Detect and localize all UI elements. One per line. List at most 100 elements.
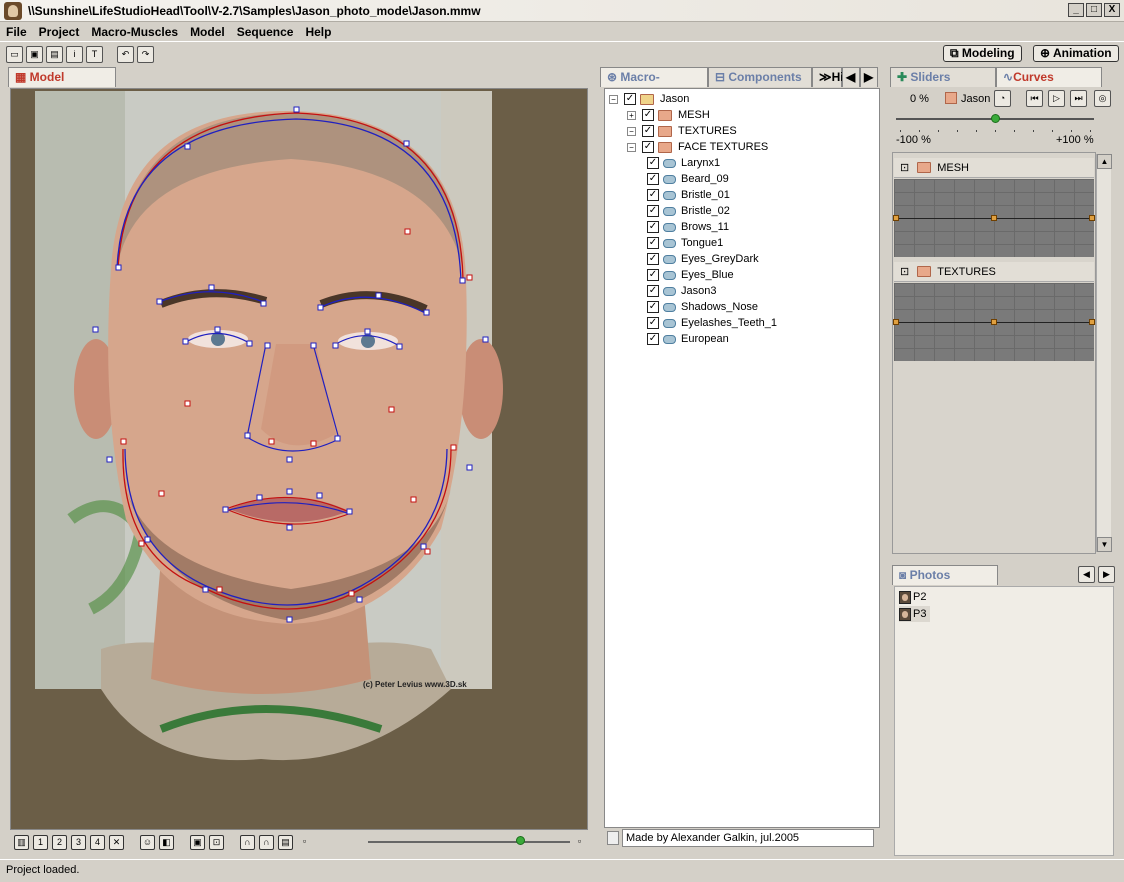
minimize-button[interactable]: _: [1068, 3, 1084, 17]
photo-item-p2[interactable]: P2: [899, 589, 930, 605]
curve-key[interactable]: [1089, 215, 1095, 221]
visibility-checkbox[interactable]: ✓: [647, 269, 659, 281]
tab-macro-muscles[interactable]: ⊛ Macro-Muscles: [600, 67, 708, 102]
view-2-button[interactable]: 2: [52, 834, 67, 850]
tree-item[interactable]: ✓ Beard_09: [647, 171, 729, 187]
menu-sequence[interactable]: Sequence: [231, 25, 300, 39]
tab-curves[interactable]: ∿Curves: [996, 67, 1102, 87]
curve-graph-textures[interactable]: [893, 283, 1095, 361]
info-icon[interactable]: i: [66, 45, 83, 63]
collapse-icon[interactable]: −: [609, 94, 618, 104]
tree-item[interactable]: ✓ Tongue1: [647, 235, 723, 251]
disk-icon[interactable]: ▤: [278, 834, 293, 850]
undo-icon[interactable]: ↶: [117, 45, 134, 63]
tab-components[interactable]: ⊟ Components: [708, 67, 812, 87]
redo-icon[interactable]: ↷: [137, 45, 154, 63]
mesh-blue-icon[interactable]: ∩: [240, 834, 255, 850]
tree-item[interactable]: ✓ Bristle_01: [647, 187, 730, 203]
macro-muscle-tree[interactable]: − ✓ Jason + ✓ MESH − ✓ TEXTURES − ✓ FACE TEXTURES ✓ L…: [604, 88, 880, 828]
save-icon[interactable]: ▣: [26, 45, 43, 63]
photo-item-p3[interactable]: P3: [899, 606, 931, 622]
zoom-slider-thumb[interactable]: [516, 836, 525, 845]
tree-item[interactable]: ✓ European: [647, 331, 729, 347]
clock-icon[interactable]: ◔: [994, 90, 1011, 107]
tree-item[interactable]: ✓ Bristle_02: [647, 203, 730, 219]
tree-item[interactable]: − ✓ Jason: [609, 91, 689, 107]
menu-project[interactable]: Project: [33, 25, 86, 39]
view-1-button[interactable]: 1: [33, 834, 48, 850]
grid-view-icon[interactable]: ▥: [14, 834, 29, 850]
maximize-button[interactable]: □: [1086, 3, 1102, 17]
modeling-button[interactable]: ⧉ Modeling: [943, 45, 1022, 62]
tab-sliders[interactable]: ✚ Sliders: [890, 67, 996, 87]
curve-graph-mesh[interactable]: [893, 179, 1095, 257]
tab-photos[interactable]: ◙ Photos: [892, 565, 998, 585]
visibility-checkbox[interactable]: ✓: [647, 333, 659, 345]
play-icon[interactable]: ▷: [1048, 90, 1065, 107]
curve-key[interactable]: [893, 319, 899, 325]
collapse-icon[interactable]: −: [627, 126, 636, 136]
skip-back-icon[interactable]: ⏮: [1026, 90, 1043, 107]
curve-key[interactable]: [991, 319, 997, 325]
scroll-down-icon[interactable]: ▼: [1097, 537, 1112, 552]
lock-icon[interactable]: ⊡: [209, 834, 224, 850]
menu-model[interactable]: Model: [184, 25, 231, 39]
visibility-checkbox[interactable]: ✓: [647, 221, 659, 233]
model-viewport[interactable]: (c) Peter Levius www.3D.sk: [10, 88, 588, 830]
skip-forward-icon[interactable]: ⏭: [1070, 90, 1087, 107]
close-button[interactable]: X: [1104, 3, 1120, 17]
visibility-checkbox[interactable]: ✓: [647, 317, 659, 329]
curve-key[interactable]: [991, 215, 997, 221]
tree-item[interactable]: ✓ Jason3: [647, 283, 716, 299]
cross-icon[interactable]: ✕: [109, 834, 124, 850]
view-4-button[interactable]: 4: [90, 834, 105, 850]
visibility-checkbox[interactable]: ✓: [647, 205, 659, 217]
menu-macro-muscles[interactable]: Macro-Muscles: [85, 25, 184, 39]
visibility-checkbox[interactable]: ✓: [624, 93, 636, 105]
curves-scrollbar[interactable]: ▲ ▼: [1096, 154, 1112, 552]
collapse-icon[interactable]: −: [627, 142, 636, 152]
photos-prev-icon[interactable]: ◀: [1078, 566, 1095, 583]
open-icon[interactable]: ▭: [6, 45, 23, 63]
view-3-button[interactable]: 3: [71, 834, 86, 850]
tree-item[interactable]: ✓ Shadows_Nose: [647, 299, 758, 315]
mesh-red-icon[interactable]: ∩: [259, 834, 274, 850]
curve-key[interactable]: [1089, 319, 1095, 325]
record-icon[interactable]: ◎: [1094, 90, 1111, 107]
zoom-slider-track[interactable]: [368, 841, 570, 843]
curve-key[interactable]: [893, 215, 899, 221]
print-icon[interactable]: ▤: [46, 45, 63, 63]
tree-item[interactable]: ✓ Eyelashes_Teeth_1: [647, 315, 777, 331]
visibility-checkbox[interactable]: ✓: [647, 301, 659, 313]
tab-scroll-right[interactable]: ▶: [860, 67, 878, 87]
tab-history[interactable]: ≫Hi: [812, 67, 844, 87]
tree-item[interactable]: ✓ Larynx1: [647, 155, 720, 171]
scroll-up-icon[interactable]: ▲: [1097, 154, 1112, 169]
menu-help[interactable]: Help: [299, 25, 337, 39]
tab-model[interactable]: ▦ Model: [8, 67, 116, 87]
tree-item[interactable]: ✓ Eyes_GreyDark: [647, 251, 759, 267]
visibility-checkbox[interactable]: ✓: [647, 189, 659, 201]
tree-item[interactable]: + ✓ MESH: [627, 107, 710, 123]
visibility-checkbox[interactable]: ✓: [647, 173, 659, 185]
visibility-checkbox[interactable]: ✓: [647, 253, 659, 265]
tab-scroll-left[interactable]: ◀: [842, 67, 860, 87]
weight-slider-thumb[interactable]: [991, 114, 1000, 123]
tree-item[interactable]: ✓ Eyes_Blue: [647, 267, 734, 283]
visibility-checkbox[interactable]: ✓: [642, 125, 654, 137]
visibility-checkbox[interactable]: ✓: [642, 109, 654, 121]
curve-group-textures[interactable]: ⊡ TEXTURES: [894, 262, 1094, 282]
animation-button[interactable]: ⊕ Animation: [1033, 45, 1119, 62]
tree-item[interactable]: ✓ Brows_11: [647, 219, 729, 235]
tree-item[interactable]: − ✓ FACE TEXTURES: [627, 139, 768, 155]
text-icon[interactable]: T: [86, 45, 103, 63]
visibility-checkbox[interactable]: ✓: [647, 157, 659, 169]
visibility-checkbox[interactable]: ✓: [647, 237, 659, 249]
menu-file[interactable]: File: [0, 25, 33, 39]
tree-item[interactable]: − ✓ TEXTURES: [627, 123, 737, 139]
photo-icon[interactable]: ▣: [190, 834, 205, 850]
curve-group-mesh[interactable]: ⊡ MESH: [894, 158, 1094, 178]
head-icon[interactable]: ☺: [140, 834, 155, 850]
visibility-checkbox[interactable]: ✓: [642, 141, 654, 153]
expand-icon[interactable]: +: [627, 110, 636, 120]
